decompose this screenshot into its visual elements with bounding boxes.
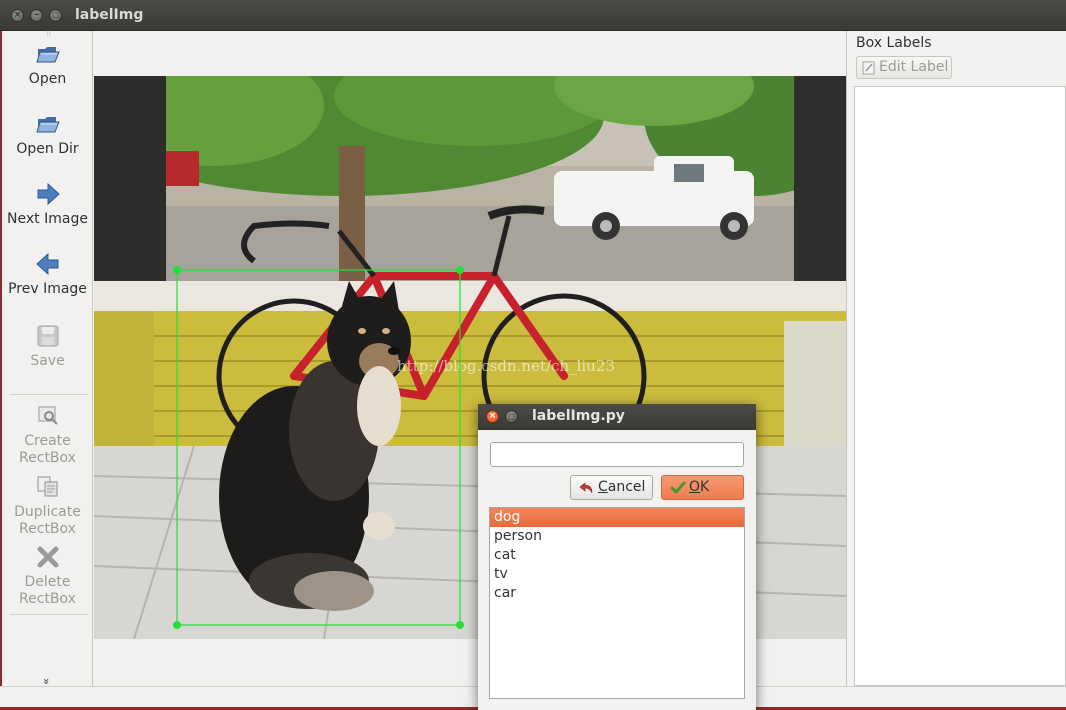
minimize-icon: – <box>34 10 39 20</box>
window-titlebar: × – ▢ labelImg <box>0 0 1066 31</box>
toolbar-separator <box>10 614 88 615</box>
create-rectbox-button[interactable]: Create RectBox <box>2 403 93 467</box>
ok-label: OK <box>689 479 710 495</box>
next-image-label: Next Image <box>7 211 88 227</box>
dock-title: Box Labels <box>856 35 932 51</box>
box-handle[interactable] <box>173 621 181 629</box>
label-list-item[interactable]: person <box>490 527 744 546</box>
arrow-right-icon <box>37 182 60 206</box>
save-button[interactable]: Save <box>2 323 93 369</box>
window-close-button[interactable]: × <box>11 9 24 22</box>
tool-sidebar: ⁝⁝ Open Open Dir Next Image Prev Image S… <box>0 30 93 686</box>
open-button[interactable]: Open <box>2 41 93 87</box>
next-image-button[interactable]: Next Image <box>2 181 93 227</box>
cancel-button[interactable]: Cancel <box>570 475 653 500</box>
save-label: Save <box>30 353 65 369</box>
open-label: Open <box>28 71 67 87</box>
folder-open-icon <box>35 117 60 133</box>
folder-open-icon <box>35 47 60 63</box>
label-list[interactable]: dog person cat tv car <box>489 507 745 699</box>
toolbar-overflow-icon[interactable]: » <box>40 678 53 685</box>
close-icon: × <box>488 411 497 421</box>
prev-image-label: Prev Image <box>8 281 87 297</box>
label-list-item[interactable]: dog <box>490 508 744 527</box>
window-title: labelImg <box>75 7 144 23</box>
label-list-item[interactable]: car <box>490 584 744 603</box>
label-list-item[interactable]: tv <box>490 565 744 584</box>
prev-image-button[interactable]: Prev Image <box>2 251 93 297</box>
duplicate-rectbox-button[interactable]: Duplicate RectBox <box>2 474 93 538</box>
label-list-item[interactable]: cat <box>490 546 744 565</box>
box-handle[interactable] <box>173 266 181 274</box>
open-dir-label: Open Dir <box>16 141 79 157</box>
create-rect-icon <box>38 406 58 425</box>
maximize-icon: ▢ <box>52 11 59 19</box>
label-input[interactable] <box>490 442 744 467</box>
arrow-left-icon <box>35 252 58 276</box>
save-icon <box>37 325 58 347</box>
close-icon: × <box>13 10 22 20</box>
watermark-text: http://blog.csdn.net/ch_liu23 <box>397 357 615 375</box>
duplicate-rectbox-label: Duplicate RectBox <box>14 504 81 537</box>
create-rectbox-label: Create RectBox <box>19 433 76 466</box>
edit-label-button[interactable]: Edit Label <box>856 56 952 79</box>
dialog-title: labelImg.py <box>532 408 625 424</box>
delete-rectbox-button[interactable]: Delete RectBox <box>2 544 93 608</box>
toolbar-grip[interactable]: ⁝⁝ <box>46 30 51 38</box>
box-labels-dock: Box Labels Edit Label <box>848 31 1066 686</box>
dialog-titlebar: × ▢ labelImg.py <box>478 404 756 430</box>
cancel-label: Cancel <box>598 479 646 495</box>
label-dialog: × ▢ labelImg.py Cancel OK dog person cat tv… <box>478 404 756 710</box>
dialog-close-button[interactable]: × <box>486 410 499 423</box>
box-handle[interactable] <box>456 621 464 629</box>
ok-button[interactable]: OK <box>661 475 744 500</box>
duplicate-icon <box>37 476 57 497</box>
delete-icon <box>37 546 58 568</box>
box-handle[interactable] <box>456 266 464 274</box>
open-dir-button[interactable]: Open Dir <box>2 111 93 157</box>
window-minimize-button[interactable]: – <box>30 9 43 22</box>
edit-label-text: Edit Label <box>879 59 949 75</box>
toolbar-separator <box>10 394 88 395</box>
window-maximize-button[interactable]: ▢ <box>49 9 62 22</box>
box-labels-list[interactable] <box>854 86 1066 686</box>
edit-icon <box>862 61 875 75</box>
maximize-icon: ▢ <box>508 413 515 421</box>
dialog-maximize-button[interactable]: ▢ <box>505 410 518 423</box>
undo-arrow-icon <box>579 482 593 494</box>
checkmark-icon <box>670 481 686 494</box>
delete-rectbox-label: Delete RectBox <box>19 574 76 607</box>
